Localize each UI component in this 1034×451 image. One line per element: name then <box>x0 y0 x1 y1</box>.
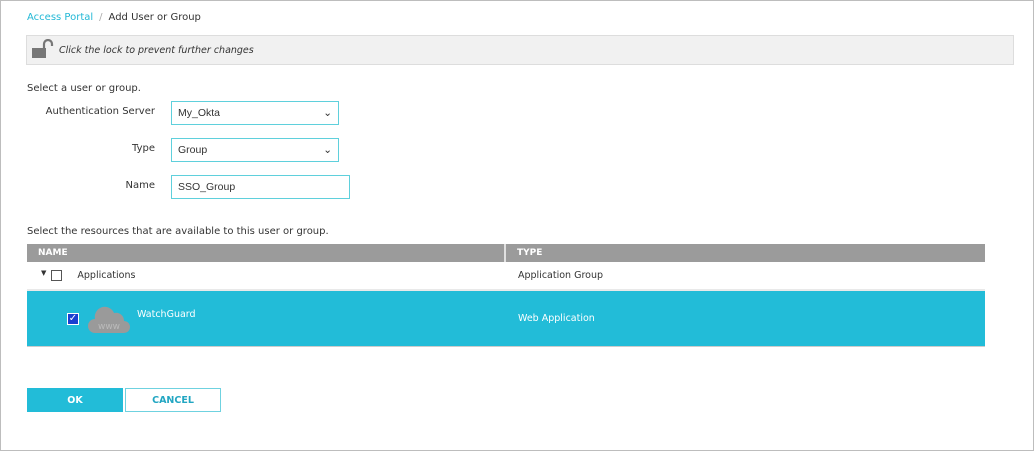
auth-server-select[interactable]: My_Okta ⌄ <box>171 101 339 125</box>
unlock-icon[interactable] <box>31 38 55 62</box>
ok-button[interactable]: OK <box>27 388 123 412</box>
resources-intro: Select the resources that are available … <box>27 226 329 237</box>
type-select[interactable]: Group ⌄ <box>171 138 339 162</box>
cloud-www-icon: www <box>87 303 131 335</box>
breadcrumb-separator: / <box>99 12 103 23</box>
chevron-down-icon: ⌄ <box>323 107 332 119</box>
cancel-button[interactable]: CANCEL <box>125 388 221 412</box>
lock-bar: Click the lock to prevent further change… <box>26 35 1014 65</box>
chevron-down-icon: ⌄ <box>323 144 332 156</box>
auth-server-value: My_Okta <box>178 107 221 119</box>
breadcrumb: Access Portal / Add User or Group <box>27 12 201 23</box>
applications-checkbox[interactable] <box>51 270 63 281</box>
auth-server-label: Authentication Server <box>45 106 155 117</box>
type-label: Type <box>132 143 155 154</box>
column-name[interactable]: NAME <box>27 244 506 262</box>
table-row[interactable]: ✓ www WatchGuard Web Application <box>27 289 985 347</box>
row-type: Web Application <box>518 313 595 324</box>
form-intro: Select a user or group. <box>27 83 141 94</box>
row-name: Applications <box>77 270 136 281</box>
name-value: SSO_Group <box>178 181 236 193</box>
resources-table: NAME TYPE ▼ Applications Application Group… <box>27 244 985 347</box>
name-input[interactable]: SSO_Group <box>171 175 350 199</box>
svg-text:www: www <box>98 322 120 332</box>
table-row[interactable]: ▼ Applications Application Group <box>27 262 985 289</box>
lock-message: Click the lock to prevent further change… <box>59 44 254 56</box>
column-type[interactable]: TYPE <box>506 244 542 262</box>
watchguard-checkbox[interactable]: ✓ <box>67 312 79 325</box>
breadcrumb-current: Add User or Group <box>108 12 201 23</box>
row-type: Application Group <box>518 270 604 281</box>
expand-caret-icon[interactable]: ▼ <box>41 269 46 277</box>
breadcrumb-access-portal[interactable]: Access Portal <box>27 12 93 23</box>
type-value: Group <box>178 144 208 156</box>
table-header: NAME TYPE <box>27 244 985 262</box>
name-label: Name <box>125 180 155 191</box>
row-name: WatchGuard <box>137 309 196 320</box>
